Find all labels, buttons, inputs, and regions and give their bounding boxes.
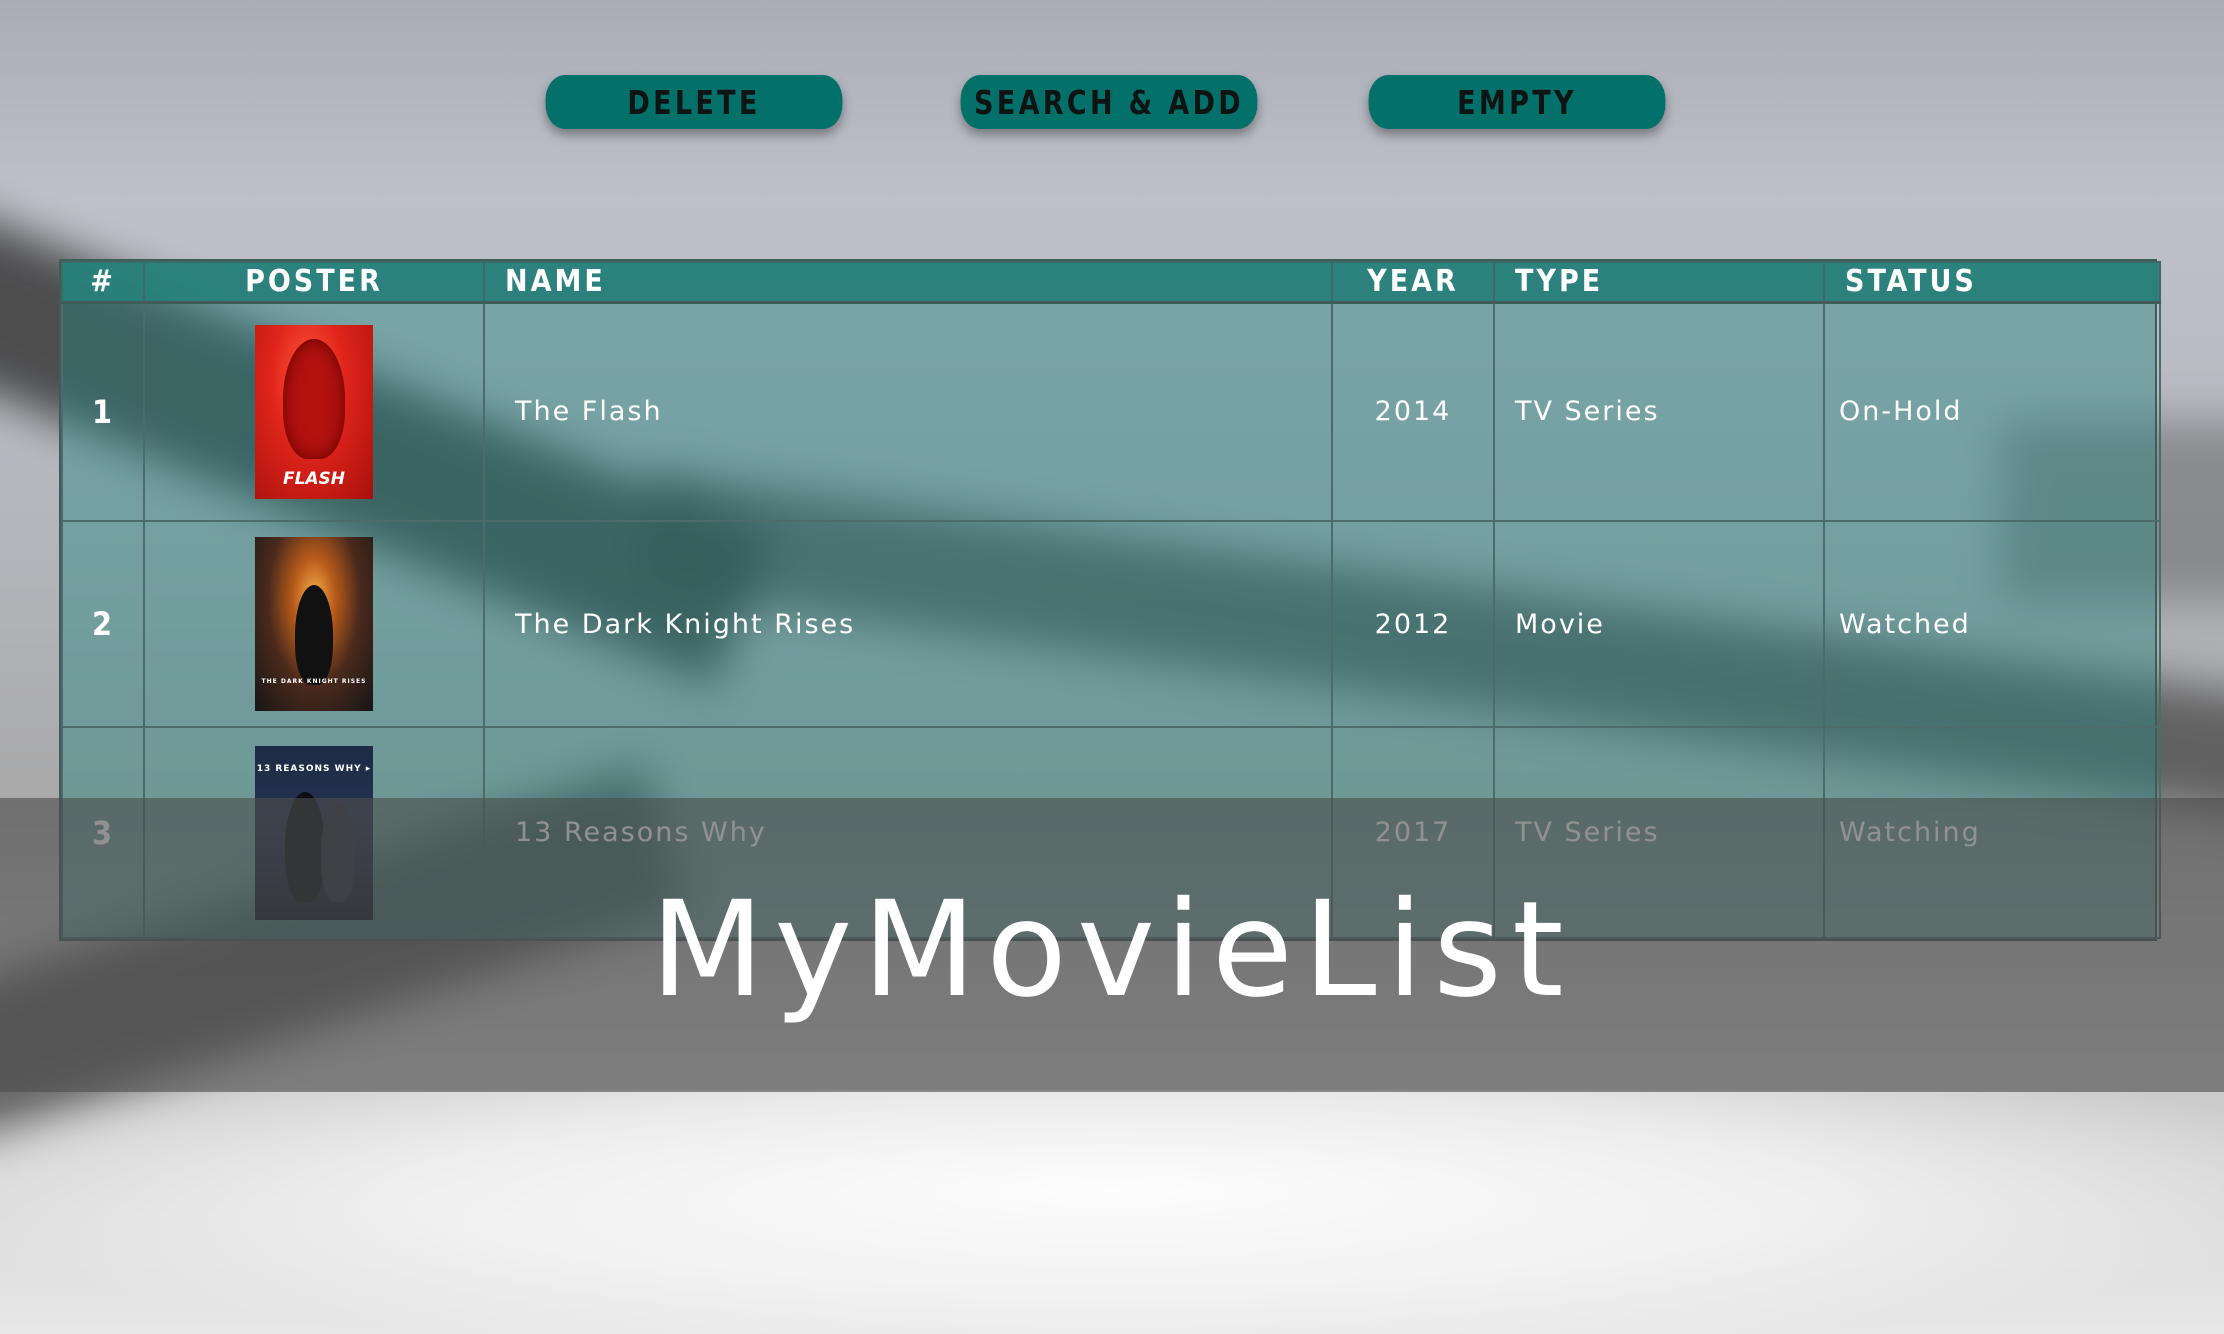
- row-number: 1: [61, 301, 145, 522]
- column-header-name[interactable]: NAME: [483, 261, 1333, 304]
- poster-cell: THE DARK KNIGHT RISES: [143, 519, 485, 729]
- poster-figure: [295, 585, 333, 685]
- poster-title: THE DARK KNIGHT RISES: [261, 678, 367, 685]
- poster-image[interactable]: THE DARK KNIGHT RISES: [255, 537, 373, 711]
- poster-title: FLASH: [282, 468, 346, 489]
- row-number: 2: [61, 519, 145, 729]
- movie-status[interactable]: On-Hold: [1823, 301, 2161, 522]
- movie-status[interactable]: Watched: [1823, 519, 2161, 729]
- movie-year: 2012: [1331, 519, 1495, 729]
- column-header-poster[interactable]: POSTER: [143, 261, 485, 304]
- toolbar: DELETE SEARCH & ADD EMPTY: [0, 75, 2224, 131]
- poster-figure: [283, 338, 345, 459]
- table-row[interactable]: 1 FLASH The Flash 2014 TV Series On-Hold: [61, 301, 2161, 522]
- poster-image[interactable]: FLASH: [255, 324, 373, 499]
- movie-type: TV Series: [1493, 301, 1825, 522]
- movie-year: 2014: [1331, 301, 1495, 522]
- movie-type: Movie: [1493, 519, 1825, 729]
- column-header-number[interactable]: #: [61, 261, 145, 304]
- table-row[interactable]: 2 THE DARK KNIGHT RISES The Dark Knight …: [61, 519, 2161, 729]
- movie-name: The Dark Knight Rises: [483, 519, 1333, 729]
- movie-name: The Flash: [483, 301, 1333, 522]
- empty-button[interactable]: EMPTY: [1368, 75, 1666, 129]
- app-logo-title: MyMovieList: [650, 873, 1574, 1027]
- table-header-row: # POSTER NAME YEAR TYPE STATUS: [61, 261, 2161, 304]
- search-and-add-button[interactable]: SEARCH & ADD: [960, 75, 1258, 129]
- background-glow: [0, 1090, 2224, 1334]
- delete-button[interactable]: DELETE: [545, 75, 843, 129]
- column-header-status[interactable]: STATUS: [1823, 261, 2161, 304]
- column-header-year[interactable]: YEAR: [1331, 261, 1495, 304]
- poster-cell: FLASH: [143, 301, 485, 522]
- column-header-type[interactable]: TYPE: [1493, 261, 1825, 304]
- poster-title: 13 REASONS WHY ▸: [256, 763, 372, 774]
